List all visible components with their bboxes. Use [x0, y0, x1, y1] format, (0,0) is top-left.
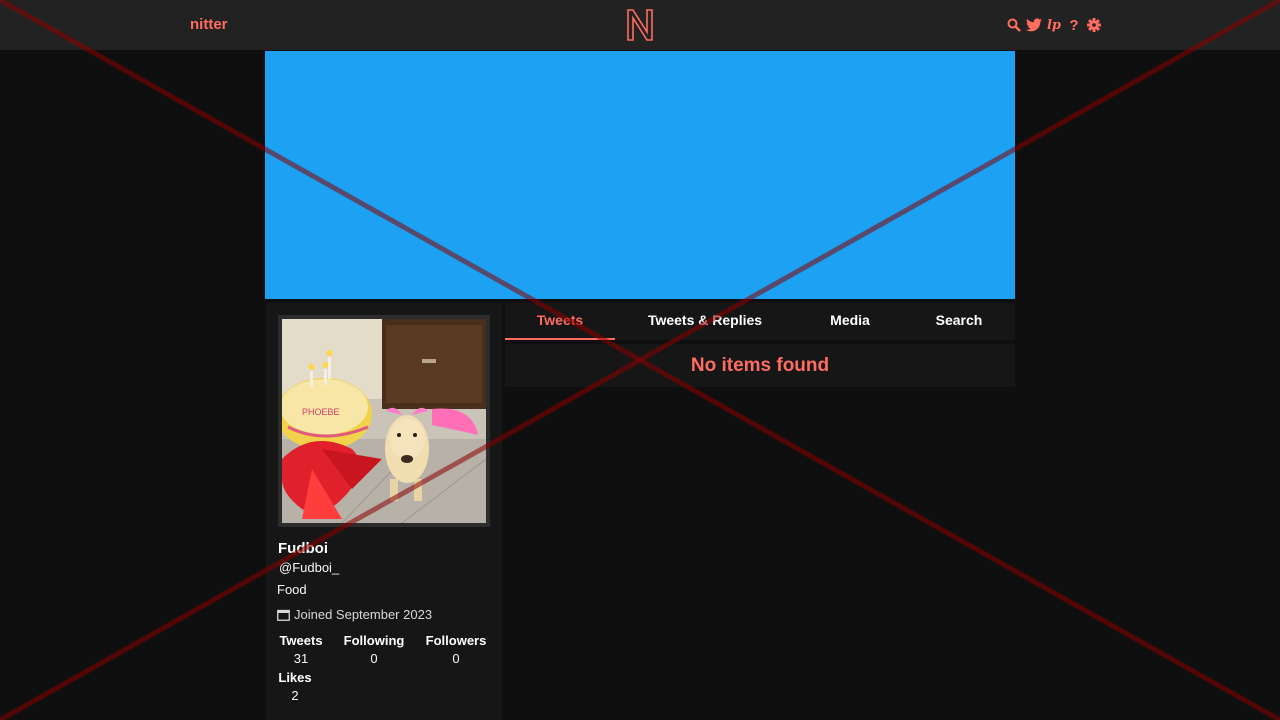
profile-bio: Food — [277, 582, 307, 597]
stat-followers-value: 0 — [452, 651, 460, 666]
profile-card: PHOEBE Fudboi @Fudboi_ Food Joined Septe… — [266, 303, 502, 720]
twitter-bird-icon[interactable] — [1026, 16, 1042, 34]
search-icon[interactable] — [1006, 16, 1022, 34]
profile-fullname[interactable]: Fudboi — [278, 540, 328, 557]
gear-icon[interactable] — [1086, 16, 1102, 34]
tab-media[interactable]: Media — [805, 303, 895, 340]
stat-tweets[interactable]: Tweets 31 — [278, 633, 324, 666]
stat-likes[interactable]: Likes 2 — [277, 670, 313, 703]
stat-following-label: Following — [343, 633, 405, 648]
stat-followers[interactable]: Followers 0 — [423, 633, 489, 666]
profile-joindate: Joined September 2023 — [277, 607, 432, 622]
calendar-icon — [277, 609, 290, 621]
avatar[interactable]: PHOEBE — [278, 315, 490, 527]
tab-tweets[interactable]: Tweets — [505, 303, 615, 340]
stat-followers-label: Followers — [425, 633, 487, 648]
timeline-empty-message: No items found — [505, 344, 1015, 387]
tab-search[interactable]: Search — [915, 303, 1003, 340]
stat-following[interactable]: Following 0 — [340, 633, 408, 666]
stat-following-value: 0 — [370, 651, 378, 666]
brand-link[interactable]: nitter — [190, 16, 228, 33]
stat-tweets-label: Tweets — [279, 633, 323, 648]
stat-likes-label: Likes — [278, 670, 312, 685]
profile-username[interactable]: @Fudboi_ — [279, 560, 339, 575]
top-navbar: nitter lp ? — [0, 0, 1280, 50]
stat-tweets-value: 31 — [293, 651, 309, 666]
profile-banner[interactable] — [265, 51, 1015, 299]
svg-text:PHOEBE: PHOEBE — [302, 407, 340, 417]
tab-tweets-and-replies[interactable]: Tweets & Replies — [635, 303, 775, 340]
nitter-logo-icon[interactable] — [625, 8, 655, 42]
avatar-photo: PHOEBE — [282, 319, 486, 523]
timeline-tabs: Tweets Tweets & Replies Media Search — [505, 303, 1015, 340]
help-icon[interactable]: ? — [1066, 16, 1082, 34]
libreddit-icon[interactable]: lp — [1046, 16, 1062, 34]
stat-likes-value: 2 — [291, 688, 299, 703]
nav-icons: lp ? — [1006, 15, 1102, 35]
joindate-text: Joined September 2023 — [294, 607, 433, 622]
